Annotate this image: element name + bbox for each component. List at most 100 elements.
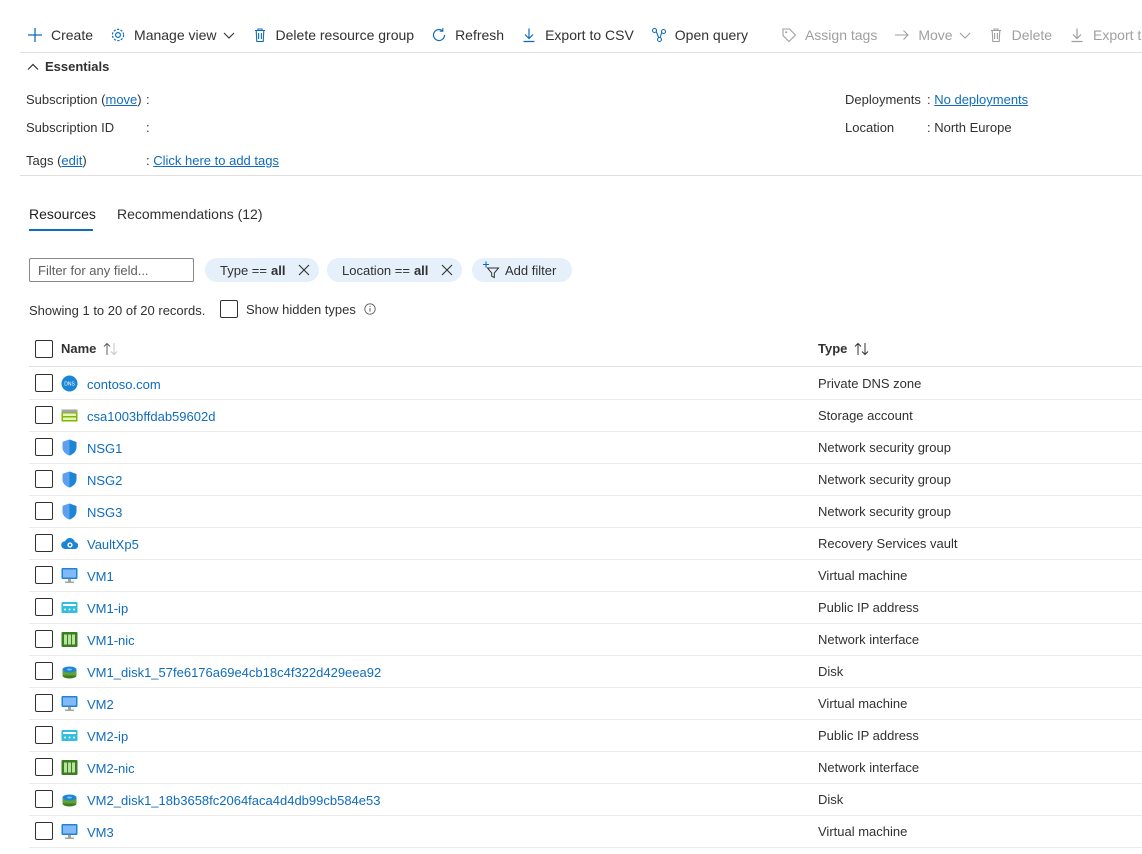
table-row[interactable]: VM2 Virtual machine [29,688,1142,720]
sort-ascending-icon [103,342,119,356]
table-row[interactable]: VM1-ip Public IP address [29,592,1142,624]
add-tags-link[interactable]: Click here to add tags [153,153,279,168]
resource-name-link[interactable]: VM1-nic [87,633,135,648]
table-row[interactable]: NSG2 Network security group [29,464,1142,496]
recovery-vault-icon [61,535,78,552]
resource-type: Public IP address [818,600,919,615]
row-checkbox[interactable] [35,822,53,840]
deployments-link[interactable]: No deployments [934,92,1028,107]
row-checkbox[interactable] [35,374,53,392]
row-checkbox[interactable] [35,534,53,552]
resource-name-link[interactable]: VM2 [87,697,114,712]
delete-resource-group-button[interactable]: Delete resource group [243,19,423,51]
row-checkbox[interactable] [35,694,53,712]
row-checkbox[interactable] [35,438,53,456]
add-filter-button[interactable]: Add filter [472,258,573,282]
location-filter-pill[interactable]: Location == all [327,258,463,282]
assign-tags-button[interactable]: Assign tags [772,19,885,51]
tab-recommendations[interactable]: Recommendations (12) [117,206,263,222]
resource-name-link[interactable]: NSG1 [87,441,122,456]
public-ip-icon [61,727,78,744]
row-checkbox[interactable] [35,726,53,744]
storage-account-icon [61,407,78,424]
refresh-button[interactable]: Refresh [422,19,512,51]
subscription-move-link[interactable]: move [106,92,138,107]
row-checkbox[interactable] [35,406,53,424]
table-row[interactable]: csa1003bffdab59602d Storage account [29,400,1142,432]
nic-icon [61,759,78,776]
table-row[interactable]: VM1_disk1_57fe6176a69e4cb18c4f322d429eea… [29,656,1142,688]
close-icon[interactable] [297,263,311,277]
row-checkbox[interactable] [35,598,53,616]
export-csv-button[interactable]: Export to CSV [512,19,642,51]
location-label: Location [845,120,895,135]
column-header-name[interactable]: Name [61,341,119,356]
row-checkbox[interactable] [35,470,53,488]
download-icon [520,26,538,44]
open-query-button[interactable]: Open query [642,19,756,51]
manage-view-button[interactable]: Manage view [101,19,243,51]
table-row[interactable]: NSG3 Network security group [29,496,1142,528]
essentials-divider [20,175,1142,176]
resource-type: Disk [818,792,844,807]
resource-name-link[interactable]: VM1-ip [87,601,128,616]
resource-name-link[interactable]: NSG3 [87,505,122,520]
resource-name-link[interactable]: VM1_disk1_57fe6176a69e4cb18c4f322d429eea… [87,665,381,680]
resource-name-link[interactable]: csa1003bffdab59602d [87,409,215,424]
table-row[interactable]: VM2_disk1_18b3658fc2064faca4d4db99cb584e… [29,784,1142,816]
resource-name-link[interactable]: contoso.com [87,377,161,392]
delete-button[interactable]: Delete [979,19,1060,51]
show-hidden-checkbox[interactable] [220,300,238,318]
table-row[interactable]: NSG1 Network security group [29,432,1142,464]
resource-name-link[interactable]: VM2-ip [87,729,128,744]
table-row[interactable]: VM1-nic Network interface [29,624,1142,656]
export-template-button[interactable]: Export template [1060,19,1142,51]
type-filter-pill[interactable]: Type == all [205,258,320,282]
row-checkbox[interactable] [35,502,53,520]
table-row[interactable]: DNS contoso.com Private DNS zone [29,368,1142,400]
active-tab-indicator [29,229,93,231]
dns-icon: DNS [61,375,78,392]
row-checkbox[interactable] [35,790,53,808]
show-hidden-types: Show hidden types [220,300,376,318]
filter-input[interactable] [29,258,194,282]
table-row[interactable]: VM3 Virtual machine [29,816,1142,848]
chevron-down-icon [223,29,235,41]
info-icon[interactable] [364,303,376,315]
resource-table-body: DNS contoso.com Private DNS zone csa1003bff… [29,368,1142,848]
resource-name-link[interactable]: NSG2 [87,473,122,488]
download-icon [1068,26,1086,44]
vm-monitor-icon [61,567,78,584]
table-row[interactable]: VM2-nic Network interface [29,752,1142,784]
resource-type: Public IP address [818,728,919,743]
vm-monitor-icon [61,695,78,712]
arrow-right-icon [893,26,911,44]
resource-name-link[interactable]: VM1 [87,569,114,584]
nsg-shield-icon [61,439,78,456]
column-header-type[interactable]: Type [818,341,870,356]
table-row[interactable]: VaultXp5 Recovery Services vault [29,528,1142,560]
essentials-toggle[interactable]: Essentials [27,59,109,74]
table-row[interactable]: VM2-ip Public IP address [29,720,1142,752]
row-checkbox[interactable] [35,662,53,680]
select-all-checkbox[interactable] [35,340,53,358]
resource-name-link[interactable]: VM2_disk1_18b3658fc2064faca4d4db99cb584e… [87,793,380,808]
resource-type: Network interface [818,760,920,775]
query-graph-icon [650,26,668,44]
resource-name-link[interactable]: VM3 [87,825,114,840]
tags-edit-link[interactable]: edit [61,153,82,168]
deployments-value: : No deployments [927,92,1029,107]
separator-colon: : [146,92,150,107]
close-icon[interactable] [440,263,454,277]
row-checkbox[interactable] [35,566,53,584]
table-row[interactable]: VM1 Virtual machine [29,560,1142,592]
resource-name-link[interactable]: VaultXp5 [87,537,139,552]
row-checkbox[interactable] [35,758,53,776]
sort-icon [854,342,870,356]
tab-resources[interactable]: Resources [29,206,96,222]
disk-icon [61,791,78,808]
move-button[interactable]: Move [885,19,978,51]
row-checkbox[interactable] [35,630,53,648]
create-button[interactable]: Create [20,19,101,51]
resource-name-link[interactable]: VM2-nic [87,761,135,776]
